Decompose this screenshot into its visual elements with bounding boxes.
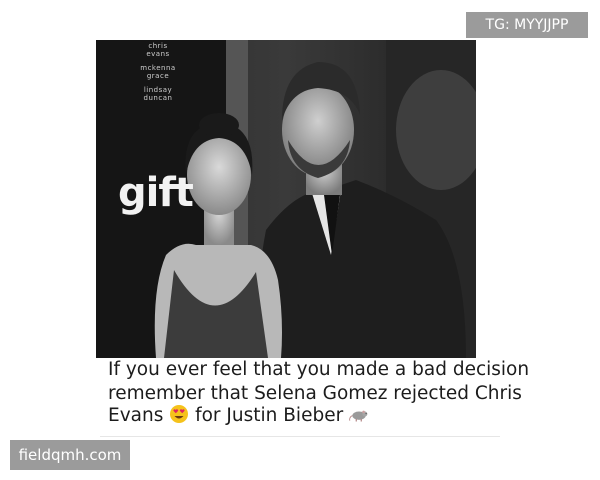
poster-credit: grace (146, 72, 170, 80)
caption-text: for Justin Bieber (189, 405, 350, 426)
caption-line-1: If you ever feel that you made a bad dec… (108, 359, 530, 380)
rat-emoji-icon (349, 410, 368, 422)
watermark-tg: TG: MYYJJPP (466, 12, 588, 38)
poster-logo: gift (118, 170, 194, 216)
watermark-site: fieldqmh.com (10, 440, 130, 470)
poster-credit: mckenna (140, 64, 176, 72)
caption-text: Evans (108, 405, 170, 426)
poster-credit: evans (146, 50, 170, 58)
poster-credit: lindsay (143, 86, 173, 94)
poster-credit: chris (148, 42, 168, 50)
divider (100, 436, 500, 437)
caption: If you ever feel that you made a bad dec… (100, 358, 529, 438)
caption-line-3: Evans for Justin Bieber (108, 404, 369, 428)
caption-line-2: remember that Selena Gomez rejected Chri… (108, 383, 522, 404)
poster-credits: chris evans mckenna grace lindsay duncan (138, 42, 178, 102)
heart-eyes-emoji-icon (170, 405, 189, 423)
poster-credit: duncan (143, 94, 173, 102)
celebrity-photo: chris evans mckenna grace lindsay duncan… (96, 40, 476, 358)
